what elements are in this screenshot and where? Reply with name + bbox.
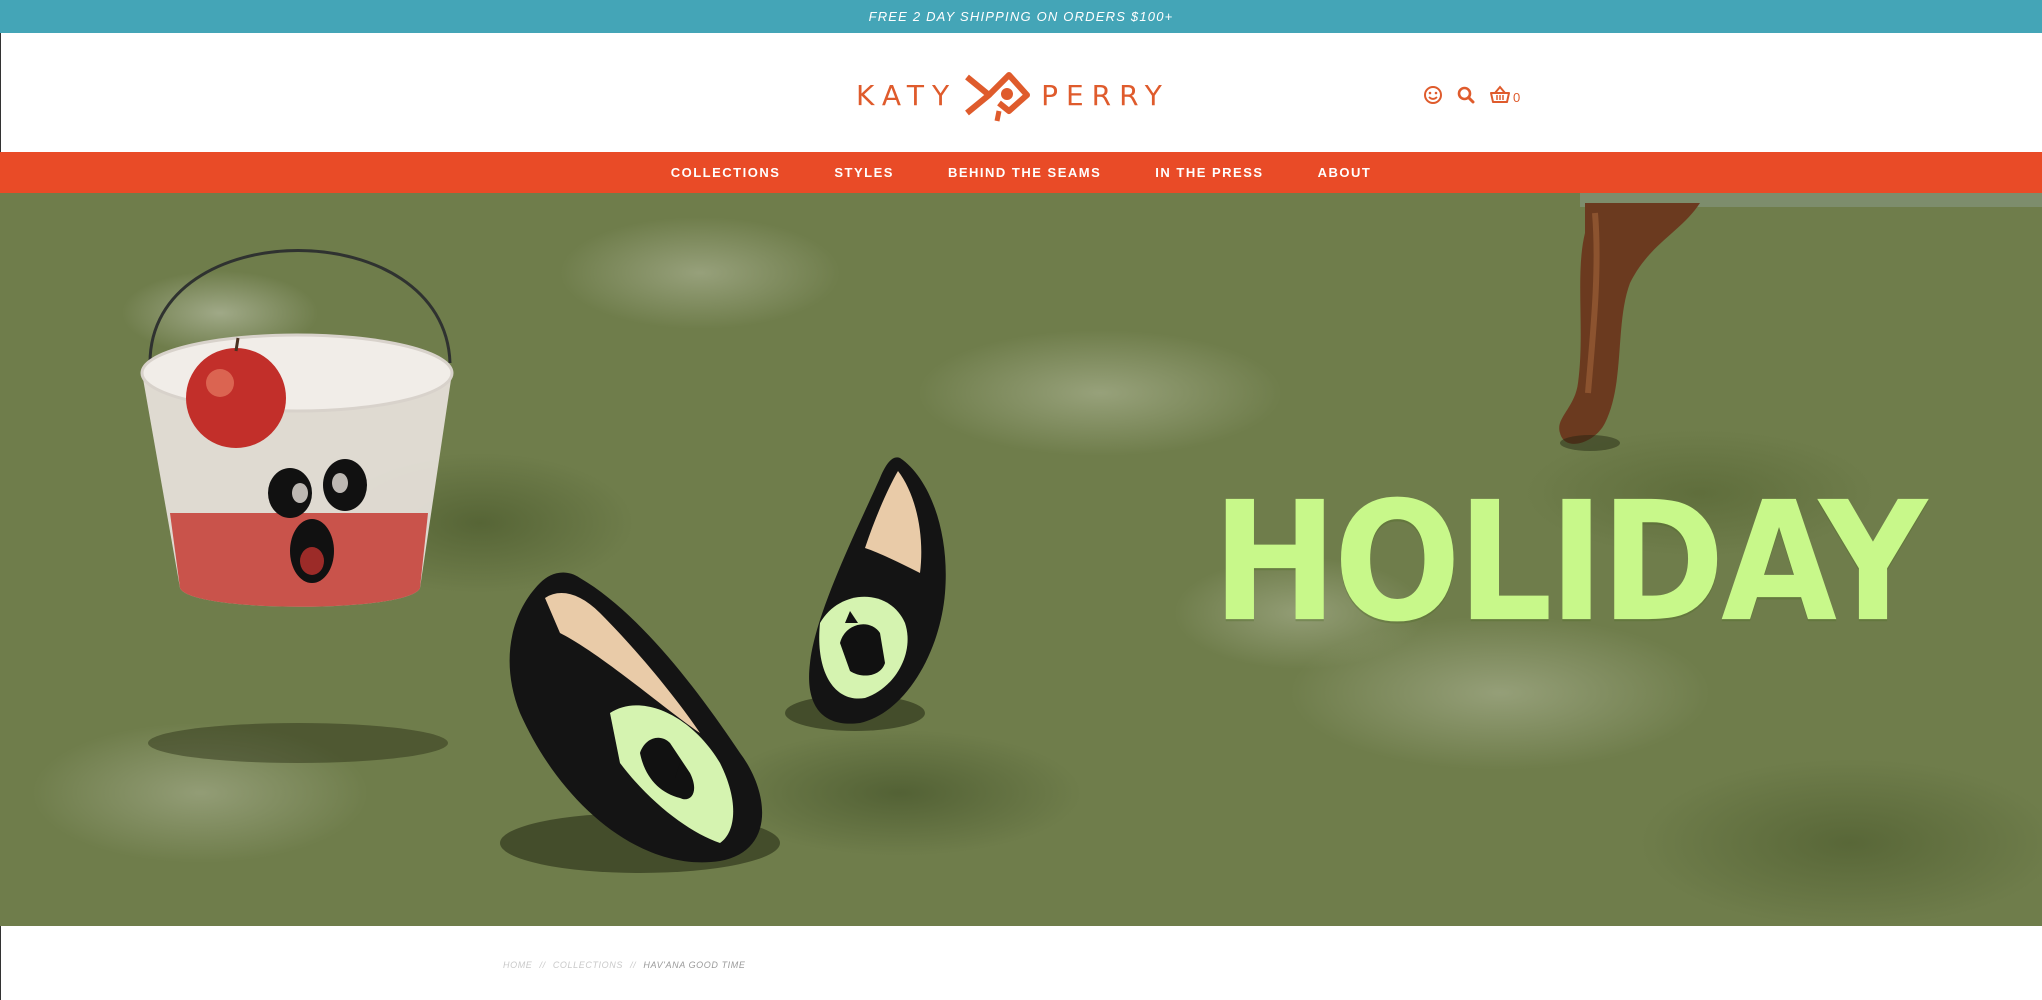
site-header: KATY PERRY 0	[0, 33, 2042, 152]
nav-item-styles[interactable]: STYLES	[834, 165, 894, 180]
hero-banner[interactable]: HOLIDAY	[0, 193, 2042, 926]
kp-eye-logo-icon	[965, 72, 1031, 122]
nav-item-about[interactable]: ABOUT	[1318, 165, 1372, 180]
breadcrumb: HOME // COLLECTIONS // HAV'ANA GOOD TIME	[503, 960, 745, 970]
brand-name-right: PERRY	[1041, 78, 1170, 112]
announcement-bar: FREE 2 DAY SHIPPING ON ORDERS $100+	[0, 0, 2042, 33]
right-loafer-image	[785, 457, 946, 731]
cart-button[interactable]: 0	[1489, 84, 1520, 105]
basket-cart-icon	[1490, 84, 1510, 103]
nav-item-behind-the-seams[interactable]: BEHIND THE SEAMS	[948, 165, 1101, 180]
announcement-text: FREE 2 DAY SHIPPING ON ORDERS $100+	[868, 9, 1174, 24]
armchair-leg-image	[1559, 193, 2042, 451]
search-icon[interactable]	[1457, 86, 1475, 104]
header-icons: 0	[1423, 84, 1520, 105]
ghost-bucket-image	[140, 249, 454, 763]
left-loafer-image	[500, 572, 780, 873]
main-nav: COLLECTIONS STYLES BEHIND THE SEAMS IN T…	[0, 152, 2042, 193]
breadcrumb-current: HAV'ANA GOOD TIME	[643, 960, 746, 970]
nav-item-in-the-press[interactable]: IN THE PRESS	[1155, 165, 1263, 180]
content-area: HOME // COLLECTIONS // HAV'ANA GOOD TIME	[0, 926, 2042, 1000]
smiley-account-icon[interactable]	[1423, 85, 1443, 105]
breadcrumb-separator: //	[539, 960, 546, 970]
cart-count: 0	[1513, 90, 1521, 105]
nav-item-collections[interactable]: COLLECTIONS	[671, 165, 781, 180]
breadcrumb-separator: //	[630, 960, 637, 970]
brand-name-left: KATY	[856, 78, 958, 112]
hero-headline: HOLIDAY	[1212, 467, 1927, 659]
breadcrumb-home[interactable]: HOME	[503, 960, 532, 970]
page: FREE 2 DAY SHIPPING ON ORDERS $100+ KATY…	[0, 0, 2042, 1000]
breadcrumb-collections[interactable]: COLLECTIONS	[553, 960, 623, 970]
brand-logo[interactable]: KATY PERRY	[856, 69, 1170, 122]
